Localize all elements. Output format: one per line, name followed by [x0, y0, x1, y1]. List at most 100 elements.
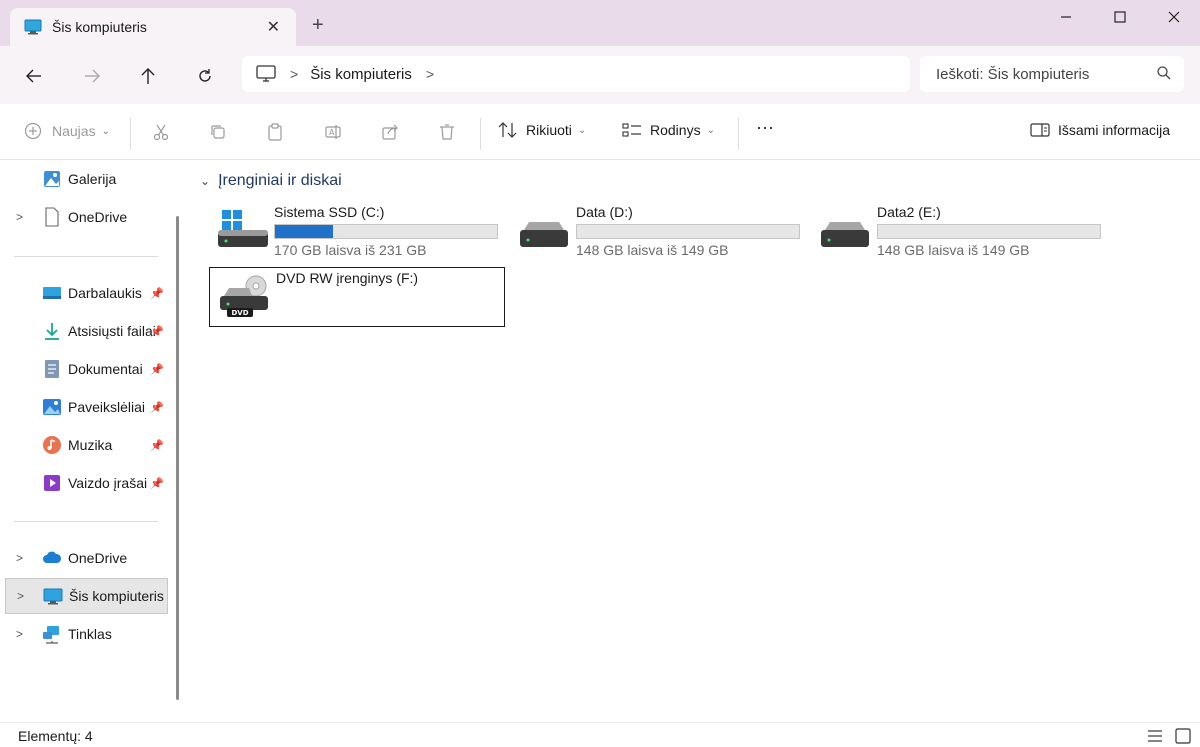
- search-box[interactable]: Ieškoti: Šis kompiuteris: [920, 56, 1184, 92]
- drive-name: Sistema SSD (C:): [274, 204, 385, 220]
- sidebar-item-music[interactable]: Muzika 📌: [0, 427, 168, 463]
- share-icon: [382, 124, 398, 140]
- drive-f[interactable]: DVD DVD RW įrenginys (F:): [209, 267, 505, 327]
- sidebar-item-network[interactable]: > Tinklas: [0, 616, 168, 652]
- videos-icon: [44, 475, 60, 491]
- drive-d[interactable]: Data (D:) 148 GB laisva iš 149 GB: [510, 202, 806, 262]
- sidebar-item-downloads[interactable]: Atsisiųsti failai 📌: [0, 313, 168, 349]
- sidebar-item-label: Vaizdo įrašai: [68, 475, 148, 491]
- search-icon[interactable]: [1156, 65, 1172, 81]
- sidebar-item-videos[interactable]: Vaizdo įrašai 📌: [0, 465, 168, 501]
- sidebar-item-label: Dokumentai: [68, 361, 143, 377]
- sidebar-item-label: OneDrive: [68, 209, 128, 225]
- tiles-view-icon[interactable]: [1174, 728, 1192, 744]
- drive-usage-bar: [576, 224, 800, 239]
- new-label: Naujas: [52, 123, 96, 139]
- sidebar-item-pictures[interactable]: Paveikslėliai 📌: [0, 389, 168, 425]
- sidebar-item-onedrive-personal[interactable]: > OneDrive: [0, 199, 168, 235]
- refresh-icon: [199, 69, 211, 82]
- breadcrumb-item[interactable]: Šis kompiuteris: [310, 66, 412, 83]
- divider: [130, 118, 131, 150]
- details-pane-button[interactable]: Išsami informacija: [1030, 122, 1170, 138]
- chevron-right-icon[interactable]: >: [17, 589, 24, 603]
- copy-icon: [211, 125, 225, 139]
- maximize-button[interactable]: [1100, 6, 1140, 28]
- paste-button[interactable]: [264, 121, 286, 143]
- chevron-right-icon[interactable]: >: [16, 210, 23, 224]
- sidebar-item-label: Muzika: [68, 437, 113, 453]
- close-tab-icon[interactable]: ✕: [267, 17, 280, 37]
- share-button[interactable]: [379, 121, 401, 143]
- minimize-button[interactable]: [1046, 6, 1086, 28]
- documents-icon: [45, 360, 59, 378]
- close-window-button[interactable]: [1154, 6, 1194, 28]
- search-placeholder: Ieškoti: Šis kompiuteris: [936, 65, 1090, 83]
- navigation-pane: Galerija > OneDrive Darbalaukis 📌 Atsisi…: [0, 160, 186, 722]
- sidebar-item-label: Paveikslėliai: [68, 399, 146, 415]
- chevron-right-icon[interactable]: >: [16, 627, 23, 641]
- sidebar-item-label: Atsisiųsti failai: [68, 323, 156, 339]
- sidebar-item-documents[interactable]: Dokumentai 📌: [0, 351, 168, 387]
- pin-icon[interactable]: 📌: [150, 439, 164, 452]
- back-button[interactable]: [20, 62, 48, 90]
- sidebar-item-gallery[interactable]: Galerija: [0, 161, 168, 197]
- pin-icon[interactable]: 📌: [150, 325, 164, 338]
- gallery-icon: [44, 171, 60, 187]
- title-bar: Šis kompiuteris ✕ +: [0, 0, 1200, 46]
- chevron-down-icon[interactable]: ⌄: [200, 174, 210, 188]
- breadcrumb-chevron-icon[interactable]: >: [426, 66, 434, 82]
- up-button[interactable]: [134, 62, 162, 90]
- hard-drive-icon: [520, 222, 568, 247]
- drive-usage-fill: [275, 225, 333, 238]
- music-icon: [43, 436, 61, 454]
- group-title: Įrenginiai ir diskai: [218, 172, 342, 189]
- delete-button[interactable]: [436, 121, 458, 143]
- pin-icon[interactable]: 📌: [150, 477, 164, 490]
- drive-e[interactable]: Data2 (E:) 148 GB laisva iš 149 GB: [811, 202, 1107, 262]
- view-icon: [622, 123, 641, 137]
- trash-icon: [440, 124, 454, 140]
- sort-label: Rikiuoti: [526, 122, 572, 138]
- new-button[interactable]: Naujas ⌄: [24, 122, 110, 140]
- up-arrow-icon: [141, 68, 155, 84]
- new-tab-button[interactable]: +: [312, 14, 324, 37]
- view-label: Rodinys: [650, 122, 701, 138]
- pin-icon[interactable]: 📌: [150, 401, 164, 414]
- forward-arrow-icon: [85, 69, 100, 83]
- pin-icon[interactable]: 📌: [150, 287, 164, 300]
- item-count: Elementų: 4: [18, 728, 93, 744]
- svg-text:A: A: [329, 128, 335, 137]
- navigation-bar: > Šis kompiuteris > Ieškoti: Šis kompiut…: [0, 46, 1200, 104]
- breadcrumb-chevron-icon[interactable]: >: [290, 66, 298, 82]
- windows-drive-icon: [218, 210, 268, 247]
- dvd-drive-icon: DVD: [220, 275, 268, 317]
- forward-button[interactable]: [78, 62, 106, 90]
- cut-button[interactable]: [150, 121, 172, 143]
- group-header[interactable]: ⌄ Įrenginiai ir diskai: [200, 172, 342, 190]
- sort-button[interactable]: Rikiuoti ⌄: [498, 122, 586, 138]
- desktop-icon: [43, 287, 61, 299]
- sidebar-item-label: Tinklas: [68, 626, 112, 642]
- refresh-button[interactable]: [191, 62, 219, 90]
- cloud-icon: [43, 551, 62, 563]
- address-bar[interactable]: > Šis kompiuteris >: [242, 56, 910, 92]
- details-label: Išsami informacija: [1058, 122, 1171, 138]
- view-button[interactable]: Rodinys ⌄: [622, 122, 715, 138]
- sidebar-item-desktop[interactable]: Darbalaukis 📌: [0, 275, 168, 311]
- pin-icon[interactable]: 📌: [150, 363, 164, 376]
- status-bar: Elementų: 4: [0, 722, 1200, 747]
- sidebar-item-label: Darbalaukis: [68, 285, 142, 301]
- rename-button[interactable]: A: [322, 121, 344, 143]
- chevron-down-icon: ⌄: [101, 125, 110, 137]
- sidebar-item-onedrive[interactable]: > OneDrive: [0, 540, 168, 576]
- more-options-button[interactable]: ···: [756, 117, 774, 138]
- sidebar-scrollbar[interactable]: [176, 216, 179, 700]
- sidebar-item-this-pc[interactable]: > Šis kompiuteris: [5, 578, 168, 614]
- download-icon: [45, 323, 59, 340]
- tab-this-pc[interactable]: Šis kompiuteris ✕: [10, 8, 296, 46]
- chevron-right-icon[interactable]: >: [16, 551, 23, 565]
- drive-c[interactable]: Sistema SSD (C:) 170 GB laisva iš 231 GB: [208, 202, 504, 262]
- details-view-icon[interactable]: [1146, 728, 1164, 744]
- clipboard-icon: [268, 123, 282, 141]
- copy-button[interactable]: [207, 121, 229, 143]
